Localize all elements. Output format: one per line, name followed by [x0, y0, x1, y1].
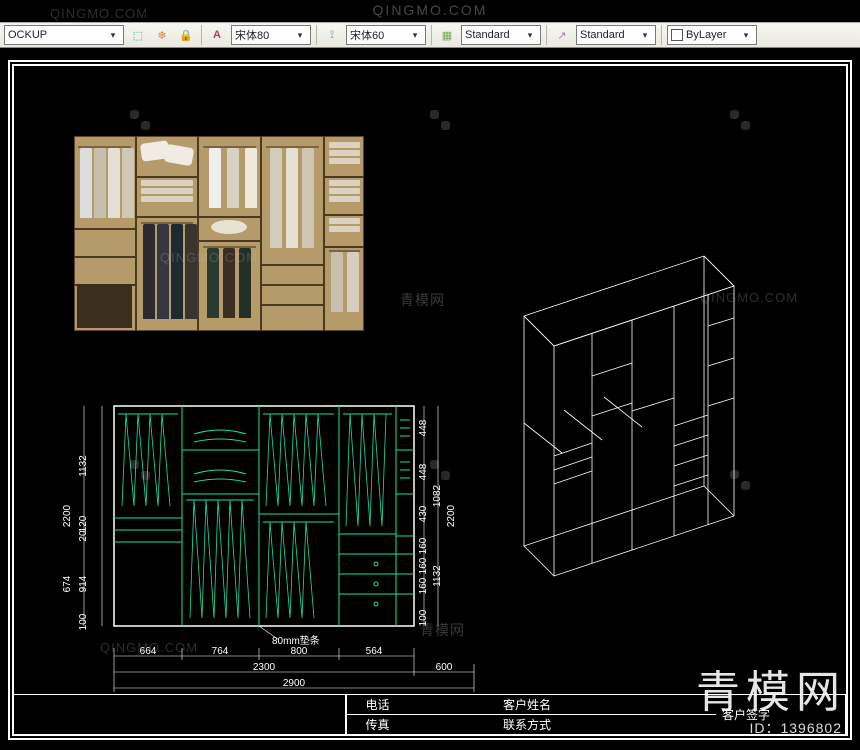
svg-text:664: 664 [140, 646, 157, 657]
text-style-select[interactable]: 宋体80 ▾ [231, 25, 311, 45]
text-style-icon[interactable]: A [207, 25, 227, 45]
chevron-down-icon: ▾ [408, 26, 422, 44]
svg-text:20: 20 [78, 530, 89, 542]
contact-value [566, 715, 716, 734]
phone-value [408, 695, 488, 715]
layer-select[interactable]: OCKUP ▾ [4, 25, 124, 45]
dim-style-icon[interactable]: ⟟ [322, 25, 342, 45]
text-style2-select[interactable]: 宋体60 ▾ [346, 25, 426, 45]
text-style-value: 宋体80 [235, 27, 269, 43]
watermark-top-url: QINGMO.COM [0, 2, 860, 18]
separator [546, 25, 547, 45]
chevron-down-icon: ▾ [293, 26, 307, 44]
mleader-style-icon[interactable]: ↗ [552, 25, 572, 45]
svg-text:1132: 1132 [432, 565, 443, 587]
separator [201, 25, 202, 45]
brand-id: ID：1396802 [749, 718, 842, 738]
chevron-down-icon: ▾ [106, 26, 120, 44]
drawing-frame[interactable]: 1132 120 20 914 674 100 2200 448 448 430… [8, 60, 852, 740]
svg-text:2200: 2200 [446, 504, 457, 527]
color-swatch-icon [671, 29, 683, 41]
table-style-select[interactable]: Standard ▾ [576, 25, 656, 45]
wardrobe-isometric [464, 256, 784, 596]
base-note: 80mm垫条 [272, 632, 320, 647]
brand-watermark: 青模网 [696, 656, 846, 720]
svg-text:800: 800 [291, 646, 308, 657]
svg-text:100: 100 [418, 609, 429, 626]
customer-name-value [566, 695, 716, 715]
text-style2-value: 宋体60 [350, 27, 384, 43]
svg-text:160: 160 [418, 537, 429, 554]
customer-name-label: 客户姓名 [488, 695, 566, 715]
dim-style-value: Standard [465, 29, 510, 41]
svg-text:2900: 2900 [283, 678, 306, 689]
svg-text:2200: 2200 [62, 504, 73, 527]
contact-label: 联系方式 [488, 715, 566, 734]
svg-text:600: 600 [436, 662, 453, 673]
layer-freeze-icon[interactable]: ❄ [152, 25, 172, 45]
cad-toolbar: OCKUP ▾ ⬚ ❄ 🔒 A 宋体80 ▾ ⟟ 宋体60 ▾ ▦ Standa… [0, 22, 860, 48]
table-style-value: Standard [580, 29, 625, 41]
svg-text:448: 448 [418, 463, 429, 480]
chevron-down-icon: ▾ [523, 26, 537, 44]
svg-text:564: 564 [366, 646, 383, 657]
svg-text:764: 764 [212, 646, 229, 657]
svg-text:120: 120 [78, 515, 89, 532]
separator [316, 25, 317, 45]
svg-text:448: 448 [418, 419, 429, 436]
separator [661, 25, 662, 45]
svg-text:2300: 2300 [253, 662, 276, 673]
layer-lock-icon[interactable]: 🔒 [176, 25, 196, 45]
separator [431, 25, 432, 45]
svg-text:1132: 1132 [78, 455, 89, 477]
chevron-down-icon: ▾ [739, 26, 753, 44]
chevron-down-icon: ▾ [638, 26, 652, 44]
dim-style-select[interactable]: Standard ▾ [461, 25, 541, 45]
table-style-icon[interactable]: ▦ [437, 25, 457, 45]
svg-text:100: 100 [78, 613, 89, 630]
svg-text:1082: 1082 [432, 484, 443, 507]
fax-label: 传真 [347, 715, 408, 734]
svg-text:430: 430 [418, 505, 429, 522]
layer-states-icon[interactable]: ⬚ [128, 25, 148, 45]
svg-text:160: 160 [418, 557, 429, 574]
wardrobe-photo [74, 136, 364, 331]
svg-text:160: 160 [418, 577, 429, 594]
fax-value [408, 715, 488, 734]
title-block-blank [14, 695, 346, 734]
svg-text:914: 914 [78, 575, 89, 592]
color-select-value: ByLayer [686, 29, 726, 41]
svg-text:674: 674 [62, 575, 73, 592]
wardrobe-elevation-drawing: 1132 120 20 914 674 100 2200 448 448 430… [54, 396, 444, 696]
layer-select-value: OCKUP [8, 29, 47, 41]
color-select[interactable]: ByLayer ▾ [667, 25, 757, 45]
phone-label: 电话 [347, 695, 408, 715]
